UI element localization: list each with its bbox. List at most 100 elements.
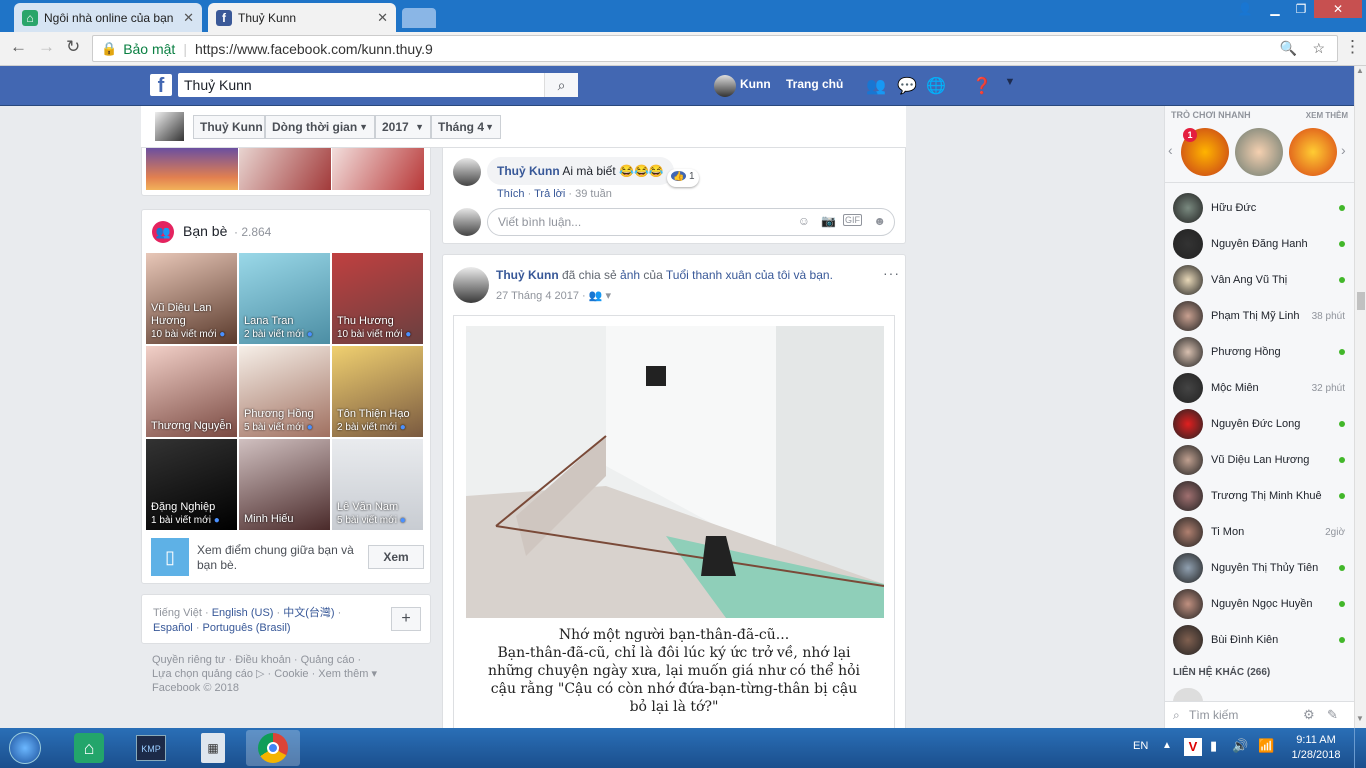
new-message-icon[interactable]: ✎ <box>1327 707 1338 723</box>
game-thumbnail[interactable] <box>1235 128 1283 176</box>
start-button[interactable] <box>0 730 50 766</box>
avatar[interactable] <box>714 75 736 97</box>
friends-audience-icon[interactable]: 👥 ▾ <box>589 290 611 302</box>
friend-name[interactable]: Thương Nguyễn <box>151 420 237 433</box>
friend-tile[interactable]: Lana Tran 2 bài viết mới ● <box>239 253 330 344</box>
contact-item[interactable]: Bùi Đình Kiên <box>1173 624 1351 656</box>
gif-icon[interactable]: GIF <box>843 214 862 226</box>
comment-author[interactable]: Thuỷ Kunn <box>497 164 560 178</box>
game-thumbnail[interactable] <box>1289 128 1337 176</box>
help-icon[interactable]: ❓ <box>972 76 992 96</box>
clock[interactable]: 9:11 AM 1/28/2018 <box>1284 733 1348 763</box>
contact-item[interactable]: Phương Hồng <box>1173 336 1351 368</box>
avatar[interactable] <box>453 158 481 186</box>
comment-like-link[interactable]: Thích <box>497 188 525 200</box>
avatar[interactable] <box>155 112 184 141</box>
friend-name[interactable]: Lana Tran <box>244 315 330 328</box>
chrome-icon[interactable] <box>246 730 300 766</box>
scroll-down-icon[interactable]: ▼ <box>1356 714 1364 723</box>
scrollbar-thumb[interactable] <box>1357 292 1365 310</box>
bookmark-star-icon[interactable]: ☆ <box>1312 40 1325 57</box>
footer-link[interactable]: Quyền riêng tư <box>152 654 225 666</box>
facebook-search-input[interactable]: Thuỷ Kunn <box>178 73 578 97</box>
messenger-icon[interactable]: 💬 <box>897 76 917 96</box>
friends-title[interactable]: Bạn bè <box>183 223 227 239</box>
contact-item[interactable]: Nguyễn Đức Long <box>1173 408 1351 440</box>
language-link[interactable]: Español <box>153 622 193 634</box>
language-indicator[interactable]: EN <box>1133 740 1148 752</box>
antivirus-icon[interactable]: V <box>1184 738 1202 756</box>
month-dropdown[interactable]: Tháng 4 ▼ <box>431 115 501 139</box>
friend-name[interactable]: Lê Văn Nam <box>337 501 423 514</box>
add-language-button[interactable]: + <box>391 607 421 631</box>
contact-item[interactable]: Vân Ang Vũ Thị <box>1173 264 1351 296</box>
volume-icon[interactable]: 🔊 <box>1232 738 1248 754</box>
friend-tile[interactable]: Tôn Thiện Hạo 2 bài viết mới ● <box>332 346 423 437</box>
network-icon[interactable]: 📶 <box>1258 738 1274 754</box>
photo-thumbnail[interactable] <box>146 148 238 190</box>
avatar[interactable] <box>453 267 489 303</box>
page-scrollbar[interactable]: ▲ ▼ <box>1354 66 1366 728</box>
close-window-icon[interactable]: ✕ <box>1314 0 1362 18</box>
kmplayer-icon[interactable]: KMP <box>124 730 178 766</box>
battery-icon[interactable]: ▮ <box>1210 738 1217 754</box>
house-app-icon[interactable]: ⌂ <box>62 730 116 766</box>
friend-name[interactable]: Vũ Diệu Lan Hương <box>151 302 237 328</box>
sticker-icon[interactable]: ☻ <box>873 214 886 228</box>
footer-link[interactable]: Lựa chọn quảng cáo <box>152 668 253 680</box>
tab-home-online[interactable]: ⌂ Ngôi nhà online của bạn ✕ <box>14 3 202 32</box>
contact-item[interactable]: Phạm Thị Mỹ Linh 38 phút <box>1173 300 1351 332</box>
photo-link[interactable]: ảnh <box>620 268 640 282</box>
tab-facebook[interactable]: f Thuỷ Kunn ✕ <box>208 3 396 32</box>
friend-name[interactable]: Tôn Thiện Hạo <box>337 408 423 421</box>
notifications-globe-icon[interactable]: 🌐 <box>926 76 946 96</box>
profile-link[interactable]: Kunn <box>740 77 771 91</box>
footer-link[interactable]: Điều khoản <box>235 654 291 666</box>
language-link[interactable]: Português (Brasil) <box>203 622 291 634</box>
comment-reply-link[interactable]: Trả lời <box>534 188 565 200</box>
language-link[interactable]: 中文(台灣) <box>283 607 334 619</box>
chevron-left-icon[interactable]: ‹ <box>1168 142 1173 158</box>
reload-icon[interactable]: ↻ <box>66 37 80 57</box>
profile-icon[interactable]: 👤 <box>1232 0 1258 18</box>
calculator-icon[interactable]: ▦ <box>186 730 240 766</box>
menu-icon[interactable]: ⋮ <box>1344 37 1361 57</box>
contact-item[interactable]: Ti Mon 2giờ <box>1173 516 1351 548</box>
emoji-icon[interactable]: ☺ <box>798 214 810 228</box>
maximize-icon[interactable]: ❐ <box>1288 0 1314 18</box>
photo-thumbnail[interactable] <box>332 148 424 190</box>
friend-tile[interactable]: Vũ Diệu Lan Hương 10 bài viết mới ● <box>146 253 237 344</box>
friend-name[interactable]: Thu Hương <box>337 315 423 328</box>
footer-link[interactable]: Cookie <box>274 668 308 680</box>
photo-thumbnail[interactable] <box>239 148 331 190</box>
post-author[interactable]: Thuỷ Kunn <box>496 268 559 282</box>
comment-input[interactable]: Viết bình luận... ☺ 📷 GIF ☻ <box>487 208 895 236</box>
contact-item[interactable]: Nguyễn Thị Thủy Tiên <box>1173 552 1351 584</box>
see-mutual-button[interactable]: Xem <box>368 545 424 569</box>
contact-item[interactable]: Nguyễn Đăng Hanh <box>1173 228 1351 260</box>
friend-tile[interactable]: Minh Hiếu <box>239 439 330 530</box>
zoom-icon[interactable]: 🔍 <box>1280 40 1297 57</box>
post-options-icon[interactable]: ··· <box>883 265 900 281</box>
friend-requests-icon[interactable]: 👥 <box>866 76 886 96</box>
shared-photo-frame[interactable]: Nhớ một người bạn-thân-đã-cũ... Bạn-thân… <box>453 315 895 735</box>
page-link[interactable]: Tuổi thanh xuân của tôi và bạn. <box>666 268 833 282</box>
friend-name[interactable]: Phương Hồng <box>244 408 330 421</box>
back-icon[interactable]: ← <box>10 37 27 57</box>
chat-search-input[interactable]: Tìm kiếm <box>1189 708 1238 722</box>
post-date[interactable]: 27 Tháng 4 2017 <box>496 290 579 302</box>
new-tab-button[interactable] <box>402 8 436 28</box>
friend-tile[interactable]: Đặng Nghiệp 1 bài viết mới ● <box>146 439 237 530</box>
home-link[interactable]: Trang chủ <box>786 77 843 91</box>
friend-tile[interactable]: Phương Hồng 5 bài viết mới ● <box>239 346 330 437</box>
scroll-up-icon[interactable]: ▲ <box>1356 66 1364 75</box>
close-tab-icon[interactable]: ✕ <box>183 10 194 26</box>
chat-search-bar[interactable]: ⌕ Tìm kiếm ⚙ ✎ <box>1165 701 1355 728</box>
close-tab-icon[interactable]: ✕ <box>377 10 388 26</box>
contact-item[interactable]: Trương Thị Minh Khuê <box>1173 480 1351 512</box>
shared-photo[interactable] <box>466 326 884 618</box>
contact-item[interactable]: Hữu Đức <box>1173 192 1351 224</box>
friend-name[interactable]: Minh Hiếu <box>244 513 330 526</box>
friend-name[interactable]: Đặng Nghiệp <box>151 501 237 514</box>
friend-tile[interactable]: Thu Hương 10 bài viết mới ● <box>332 253 423 344</box>
